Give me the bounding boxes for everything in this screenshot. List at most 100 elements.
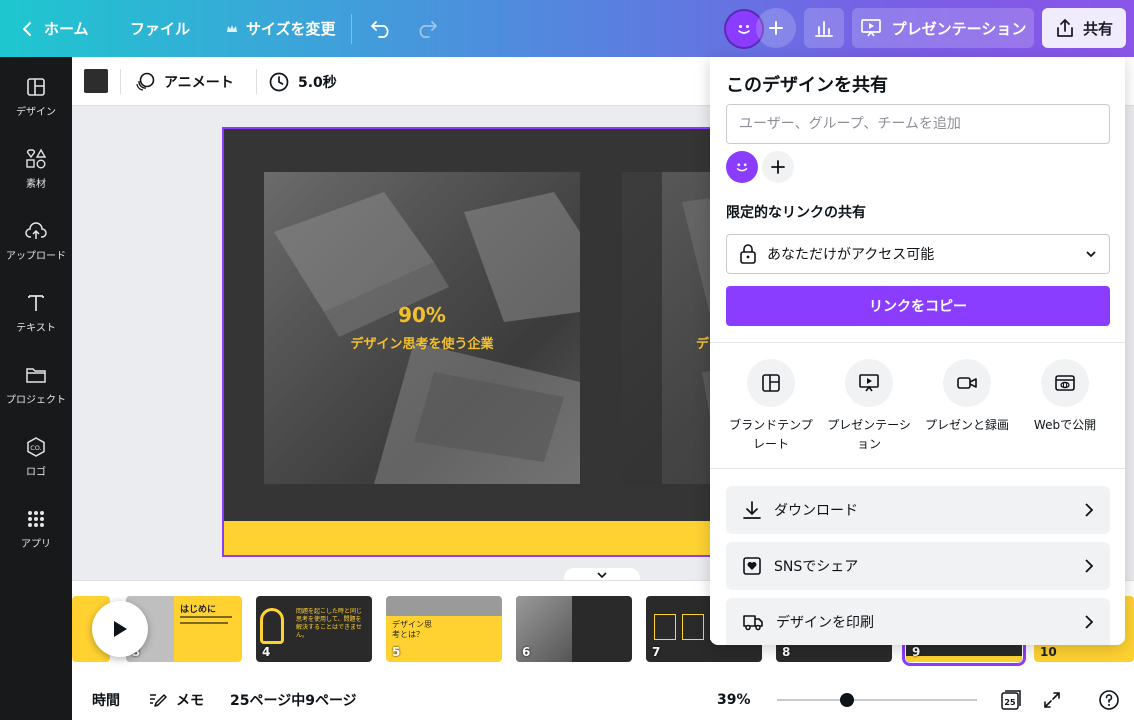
access-level-select[interactable]: あなただけがアクセス可能: [726, 234, 1110, 274]
share-panel: このデザインを共有 限定的なリンクの共有 あなただけがアクセス可能 リンクをコピ…: [710, 57, 1125, 645]
record-icon: [943, 359, 991, 407]
svg-text:CO.: CO.: [30, 444, 41, 452]
sidebar-item-apps[interactable]: アプリ: [0, 507, 72, 567]
present-label: プレゼンテーション: [891, 19, 1027, 38]
present-icon: [845, 359, 893, 407]
stat-label-partial: デ: [696, 337, 710, 352]
file-label: ファイル: [130, 20, 191, 38]
add-collaborator-button[interactable]: [756, 8, 796, 48]
help-icon: [1098, 689, 1120, 711]
play-button[interactable]: [92, 601, 148, 657]
duration-button[interactable]: 5.0秒: [268, 57, 337, 106]
web-publish-icon: [1041, 359, 1089, 407]
row-label: SNSでシェア: [774, 559, 859, 575]
chevron-right-icon: [1084, 558, 1094, 574]
notes-button[interactable]: メモ: [148, 680, 204, 720]
stat-label: デザイン思考を使う企業: [350, 337, 494, 352]
share-label: 共有: [1082, 19, 1113, 38]
sidebar-item-design[interactable]: デザイン: [0, 75, 72, 135]
crown-icon: [226, 23, 238, 35]
left-sidebar: デザイン 素材 アップロード テキスト プロジェクト CO. ロゴ アプリ: [0, 57, 72, 720]
sidebar-item-text[interactable]: テキスト: [0, 291, 72, 351]
page-number: 9: [912, 645, 921, 659]
sidebar-item-label: アップロード: [6, 251, 66, 262]
page-number: 7: [652, 645, 661, 659]
share-button[interactable]: 共有: [1042, 8, 1126, 48]
brand-template-option[interactable]: ブランドテンプ レート: [722, 359, 820, 454]
page-thumbnail[interactable]: デザイン思考とは？ 5: [386, 596, 502, 662]
plus-icon: [768, 20, 784, 36]
redo-button[interactable]: [416, 0, 438, 57]
animate-label: アニメート: [164, 74, 234, 91]
chevron-left-icon: [20, 21, 36, 37]
clock-icon: [268, 71, 290, 93]
sidebar-item-label: プロジェクト: [6, 395, 66, 406]
social-heart-icon: [742, 556, 762, 576]
pages-icon: 25: [1000, 689, 1022, 711]
social-share-row[interactable]: SNSでシェア: [726, 542, 1110, 590]
shapes-icon: [24, 147, 48, 171]
undo-button[interactable]: [370, 0, 392, 57]
notes-pencil-icon: [148, 691, 168, 709]
zoom-value[interactable]: 39%: [717, 680, 751, 720]
notes-label: メモ: [176, 693, 204, 709]
option-label: レート: [752, 437, 789, 451]
sidebar-item-elements[interactable]: 素材: [0, 147, 72, 207]
page-number: 5: [392, 645, 401, 659]
page-number: 6: [522, 645, 531, 659]
present-record-option[interactable]: プレゼンと録画: [918, 359, 1016, 435]
zoom-slider-handle[interactable]: [840, 693, 854, 707]
timer-button[interactable]: 時間: [92, 680, 120, 720]
presentation-option[interactable]: プレゼンテーシ ョン: [820, 359, 918, 454]
row-label: デザインを印刷: [776, 614, 874, 631]
option-label: プレゼンテーシ: [827, 418, 911, 432]
thumb-title: デザイン思考とは？: [392, 620, 432, 639]
collaborator-avatar[interactable]: [726, 151, 758, 183]
brand-template-icon: [747, 359, 795, 407]
access-level-value: あなただけがアクセス可能: [767, 247, 935, 263]
file-menu[interactable]: ファイル: [130, 0, 190, 57]
undo-icon: [370, 20, 392, 38]
page-grid-button[interactable]: 25: [1000, 680, 1022, 720]
logo-icon: CO.: [24, 435, 48, 459]
option-label: プレゼンと録画: [924, 418, 1009, 432]
print-row[interactable]: デザインを印刷: [726, 598, 1110, 645]
page-thumbnail[interactable]: 6: [516, 596, 632, 662]
page-info: 25ページ中9ページ: [230, 680, 357, 720]
sidebar-item-projects[interactable]: プロジェクト: [0, 363, 72, 423]
page-thumbnail[interactable]: 問題を起こした時と同じ思考を使用して、問題を解決することはできません。 4: [256, 596, 372, 662]
download-row[interactable]: ダウンロード: [726, 486, 1110, 534]
plus-icon: [771, 160, 785, 174]
divider: [710, 342, 1125, 343]
text-icon: [24, 291, 48, 315]
chevron-down-icon: [1085, 250, 1097, 258]
print-truck-icon: [742, 613, 764, 631]
chevron-right-icon: [1084, 502, 1094, 518]
add-person-button[interactable]: [762, 151, 794, 183]
home-button[interactable]: ホーム: [20, 0, 89, 57]
copy-link-button[interactable]: リンクをコピー: [726, 286, 1110, 326]
folder-icon: [24, 363, 48, 387]
present-button[interactable]: プレゼンテーション: [852, 8, 1034, 48]
insights-button[interactable]: [804, 8, 844, 48]
share-upload-icon: [1055, 18, 1075, 38]
present-icon: [860, 18, 882, 38]
add-people-input[interactable]: [726, 104, 1110, 144]
sidebar-item-uploads[interactable]: アップロード: [0, 219, 72, 279]
animate-icon: [134, 71, 156, 93]
laptop-photo: [264, 172, 580, 484]
smiley-icon: [732, 157, 752, 177]
web-publish-option[interactable]: Webで公開: [1016, 359, 1114, 435]
divider: [351, 14, 352, 44]
link-sharing-heading: 限定的なリンクの共有: [726, 205, 866, 221]
color-swatch[interactable]: [84, 69, 108, 93]
animate-button[interactable]: アニメート: [134, 57, 234, 106]
sidebar-item-label: ロゴ: [26, 467, 46, 478]
redo-icon: [416, 20, 438, 38]
help-button[interactable]: [1098, 680, 1120, 720]
zoom-slider-track[interactable]: [777, 699, 977, 701]
resize-button[interactable]: サイズを変更: [226, 0, 336, 57]
sidebar-item-logos[interactable]: CO. ロゴ: [0, 435, 72, 495]
duration-label: 5.0秒: [298, 74, 337, 91]
fullscreen-button[interactable]: [1042, 680, 1062, 720]
